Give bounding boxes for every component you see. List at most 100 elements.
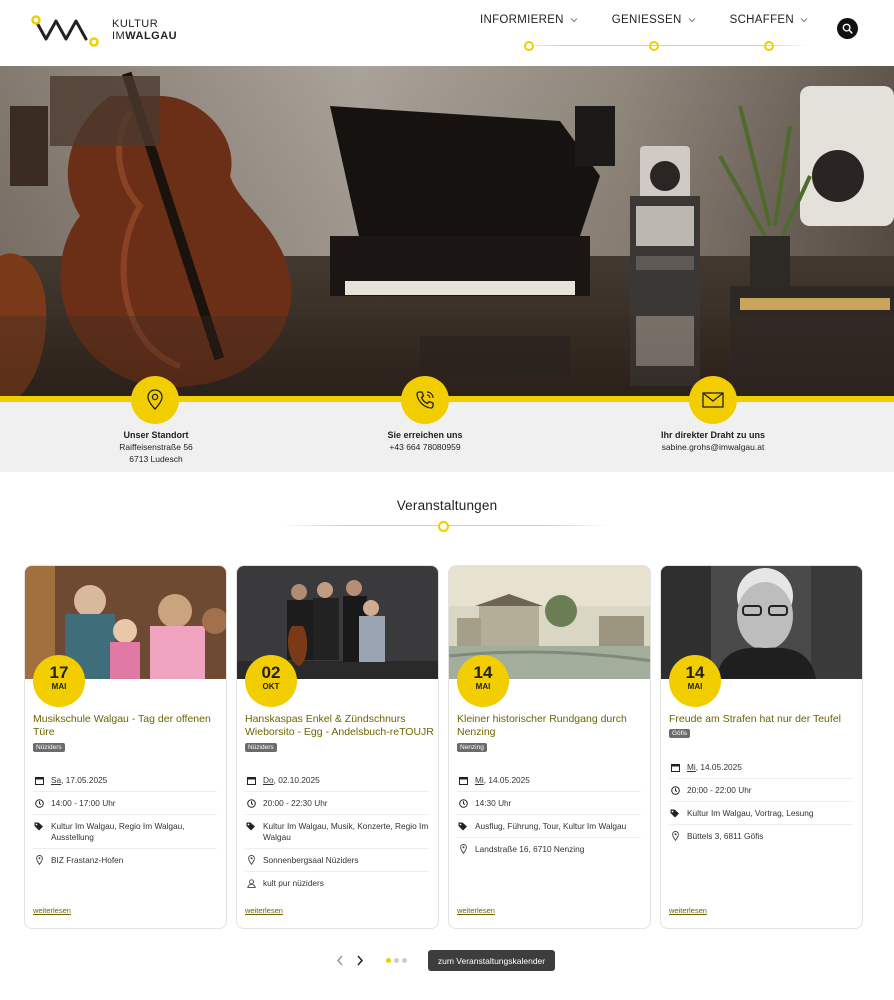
clock-icon bbox=[33, 798, 45, 808]
search-icon bbox=[842, 23, 853, 34]
event-time-row: 20:00 - 22:30 Uhr bbox=[245, 792, 429, 815]
map-pin-icon bbox=[33, 855, 45, 865]
site-logo[interactable]: KULTUR IMWALGAU bbox=[30, 12, 190, 48]
date-month: OKT bbox=[262, 682, 280, 691]
event-date: , 14.05.2025 bbox=[483, 775, 530, 785]
nav-dot bbox=[648, 41, 659, 51]
read-more-link[interactable]: weiterlesen bbox=[245, 906, 283, 915]
date-month: MAI bbox=[687, 682, 703, 691]
contact-mail-address[interactable]: sabine.grohs@imwalgau.at bbox=[613, 441, 813, 453]
event-meta: Mi, 14.05.2025 14:30 Uhr Ausflug, Führun… bbox=[457, 769, 641, 860]
contact-phone-number[interactable]: +43 664 78080959 bbox=[325, 441, 525, 453]
read-more-link[interactable]: weiterlesen bbox=[457, 906, 495, 915]
clock-icon bbox=[457, 798, 469, 808]
section-title: Veranstaltungen bbox=[396, 498, 498, 513]
event-date: , 14.05.2025 bbox=[695, 762, 742, 772]
contact-location-street: Raiffeisenstraße 56 bbox=[119, 442, 193, 452]
event-meta: Sa, 17.05.2025 14:00 - 17:00 Uhr Kultur … bbox=[33, 769, 217, 871]
date-badge: 02 OKT bbox=[245, 655, 297, 707]
carousel-dot[interactable] bbox=[402, 958, 407, 963]
phone-icon bbox=[401, 376, 449, 424]
nav-item-label: INFORMIEREN bbox=[479, 14, 564, 26]
map-pin-icon bbox=[245, 855, 257, 865]
event-time: 14:30 Uhr bbox=[475, 798, 512, 808]
contact-mail: Ihr direkter Draht zu uns sabine.grohs@i… bbox=[613, 429, 813, 453]
tags-icon bbox=[457, 821, 469, 831]
event-time-row: 20:00 - 22:00 Uhr bbox=[669, 779, 853, 802]
event-title[interactable]: Musikschule Walgau - Tag der offenen Tür… bbox=[33, 713, 223, 739]
event-date-row: Sa, 17.05.2025 bbox=[33, 769, 217, 792]
location-tag: Nenzing bbox=[457, 743, 487, 752]
hero-image bbox=[0, 66, 894, 396]
event-category-row: Kultur Im Walgau, Regio Im Walgau, Ausst… bbox=[33, 815, 217, 849]
event-card[interactable]: 02 OKT Hanskaspas Enkel & Zündschnurs Wi… bbox=[236, 565, 439, 929]
date-badge: 17 MAI bbox=[33, 655, 85, 707]
hero-floor bbox=[0, 316, 894, 396]
read-more-link[interactable]: weiterlesen bbox=[669, 906, 707, 915]
event-card[interactable]: 14 MAI Freude am Strafen hat nur der Teu… bbox=[660, 565, 863, 929]
event-title[interactable]: Freude am Strafen hat nur der Teufel bbox=[669, 713, 859, 726]
calendar-icon bbox=[457, 775, 469, 785]
event-meta: Do, 02.10.2025 20:00 - 22:30 Uhr Kultur … bbox=[245, 769, 429, 894]
event-card[interactable]: 14 MAI Kleiner historischer Rundgang dur… bbox=[448, 565, 651, 929]
nav-item-schaffen[interactable]: SCHAFFEN bbox=[729, 14, 808, 51]
event-card[interactable]: 17 MAI Musikschule Walgau - Tag der offe… bbox=[24, 565, 227, 929]
nav-item-label: GENIESSEN bbox=[611, 14, 682, 26]
event-time-row: 14:30 Uhr bbox=[457, 792, 641, 815]
event-date: , 17.05.2025 bbox=[61, 775, 108, 785]
chevron-down-icon bbox=[688, 18, 696, 23]
event-category-row: Kultur Im Walgau, Vortrag, Lesung bbox=[669, 802, 853, 825]
logo-im: IM bbox=[112, 30, 126, 42]
event-time: 20:00 - 22:00 Uhr bbox=[687, 785, 752, 795]
map-pin-icon bbox=[457, 844, 469, 854]
contact-phone: Sie erreichen uns +43 664 78080959 bbox=[325, 429, 525, 453]
date-month: MAI bbox=[51, 682, 67, 691]
tags-icon bbox=[669, 808, 681, 818]
event-date: , 02.10.2025 bbox=[273, 775, 320, 785]
event-location: Sonnenbergsaal Nüziders bbox=[263, 855, 359, 865]
calendar-icon bbox=[33, 775, 45, 785]
event-time: 14:00 - 17:00 Uhr bbox=[51, 798, 116, 808]
event-category-row: Kultur Im Walgau, Musik, Konzerte, Regio… bbox=[245, 815, 429, 849]
mail-icon bbox=[689, 376, 737, 424]
event-location-row: Büttels 3, 6811 Göfis bbox=[669, 825, 853, 847]
event-date-row: Mi, 14.05.2025 bbox=[457, 769, 641, 792]
nav-divider bbox=[518, 45, 808, 46]
carousel-next-button[interactable] bbox=[353, 953, 367, 967]
nav-item-geniessen[interactable]: GENIESSEN bbox=[611, 14, 696, 51]
nav-item-label: SCHAFFEN bbox=[729, 14, 794, 26]
chevron-down-icon bbox=[800, 18, 808, 23]
date-day: 17 bbox=[49, 663, 69, 682]
section-dot bbox=[438, 521, 449, 532]
logo-walgau: WALGAU bbox=[125, 30, 178, 42]
chevron-right-icon bbox=[357, 955, 364, 965]
event-categories: Kultur Im Walgau, Vortrag, Lesung bbox=[687, 808, 814, 818]
event-category-row: Ausflug, Führung, Tour, Kultur Im Walgau bbox=[457, 815, 641, 838]
contact-location-title: Unser Standort bbox=[123, 430, 189, 440]
clock-icon bbox=[245, 798, 257, 808]
nav-item-informieren[interactable]: INFORMIEREN bbox=[479, 14, 578, 51]
event-title[interactable]: Hanskaspas Enkel & Zündschnurs Wieborsit… bbox=[245, 713, 435, 739]
calendar-icon bbox=[669, 762, 681, 772]
event-calendar-button[interactable]: zum Veranstaltungskalender bbox=[428, 950, 555, 971]
location-pin-icon bbox=[131, 376, 179, 424]
contact-mail-title: Ihr direkter Draht zu uns bbox=[660, 430, 766, 440]
logo-line-2: IMWALGAU bbox=[112, 30, 177, 42]
event-date-row: Do, 02.10.2025 bbox=[245, 769, 429, 792]
date-day: 02 bbox=[261, 663, 281, 682]
carousel-dot[interactable] bbox=[394, 958, 399, 963]
logo-text: KULTUR IMWALGAU bbox=[112, 18, 177, 42]
date-month: MAI bbox=[475, 682, 491, 691]
chevron-left-icon bbox=[336, 955, 343, 965]
carousel-dot[interactable] bbox=[386, 958, 391, 963]
event-categories: Kultur Im Walgau, Regio Im Walgau, Ausst… bbox=[51, 821, 185, 842]
search-button[interactable] bbox=[837, 18, 858, 39]
read-more-link[interactable]: weiterlesen bbox=[33, 906, 71, 915]
event-title[interactable]: Kleiner historischer Rundgang durch Nenz… bbox=[457, 713, 647, 739]
event-organizer-row: kult pur nüziders bbox=[245, 872, 429, 894]
contact-location: Unser Standort Raiffeisenstraße 56 6713 … bbox=[56, 429, 256, 465]
carousel-prev-button[interactable] bbox=[333, 953, 347, 967]
map-pin-icon bbox=[669, 831, 681, 841]
event-meta: Mi, 14.05.2025 20:00 - 22:00 Uhr Kultur … bbox=[669, 756, 853, 847]
tags-icon bbox=[245, 821, 257, 831]
